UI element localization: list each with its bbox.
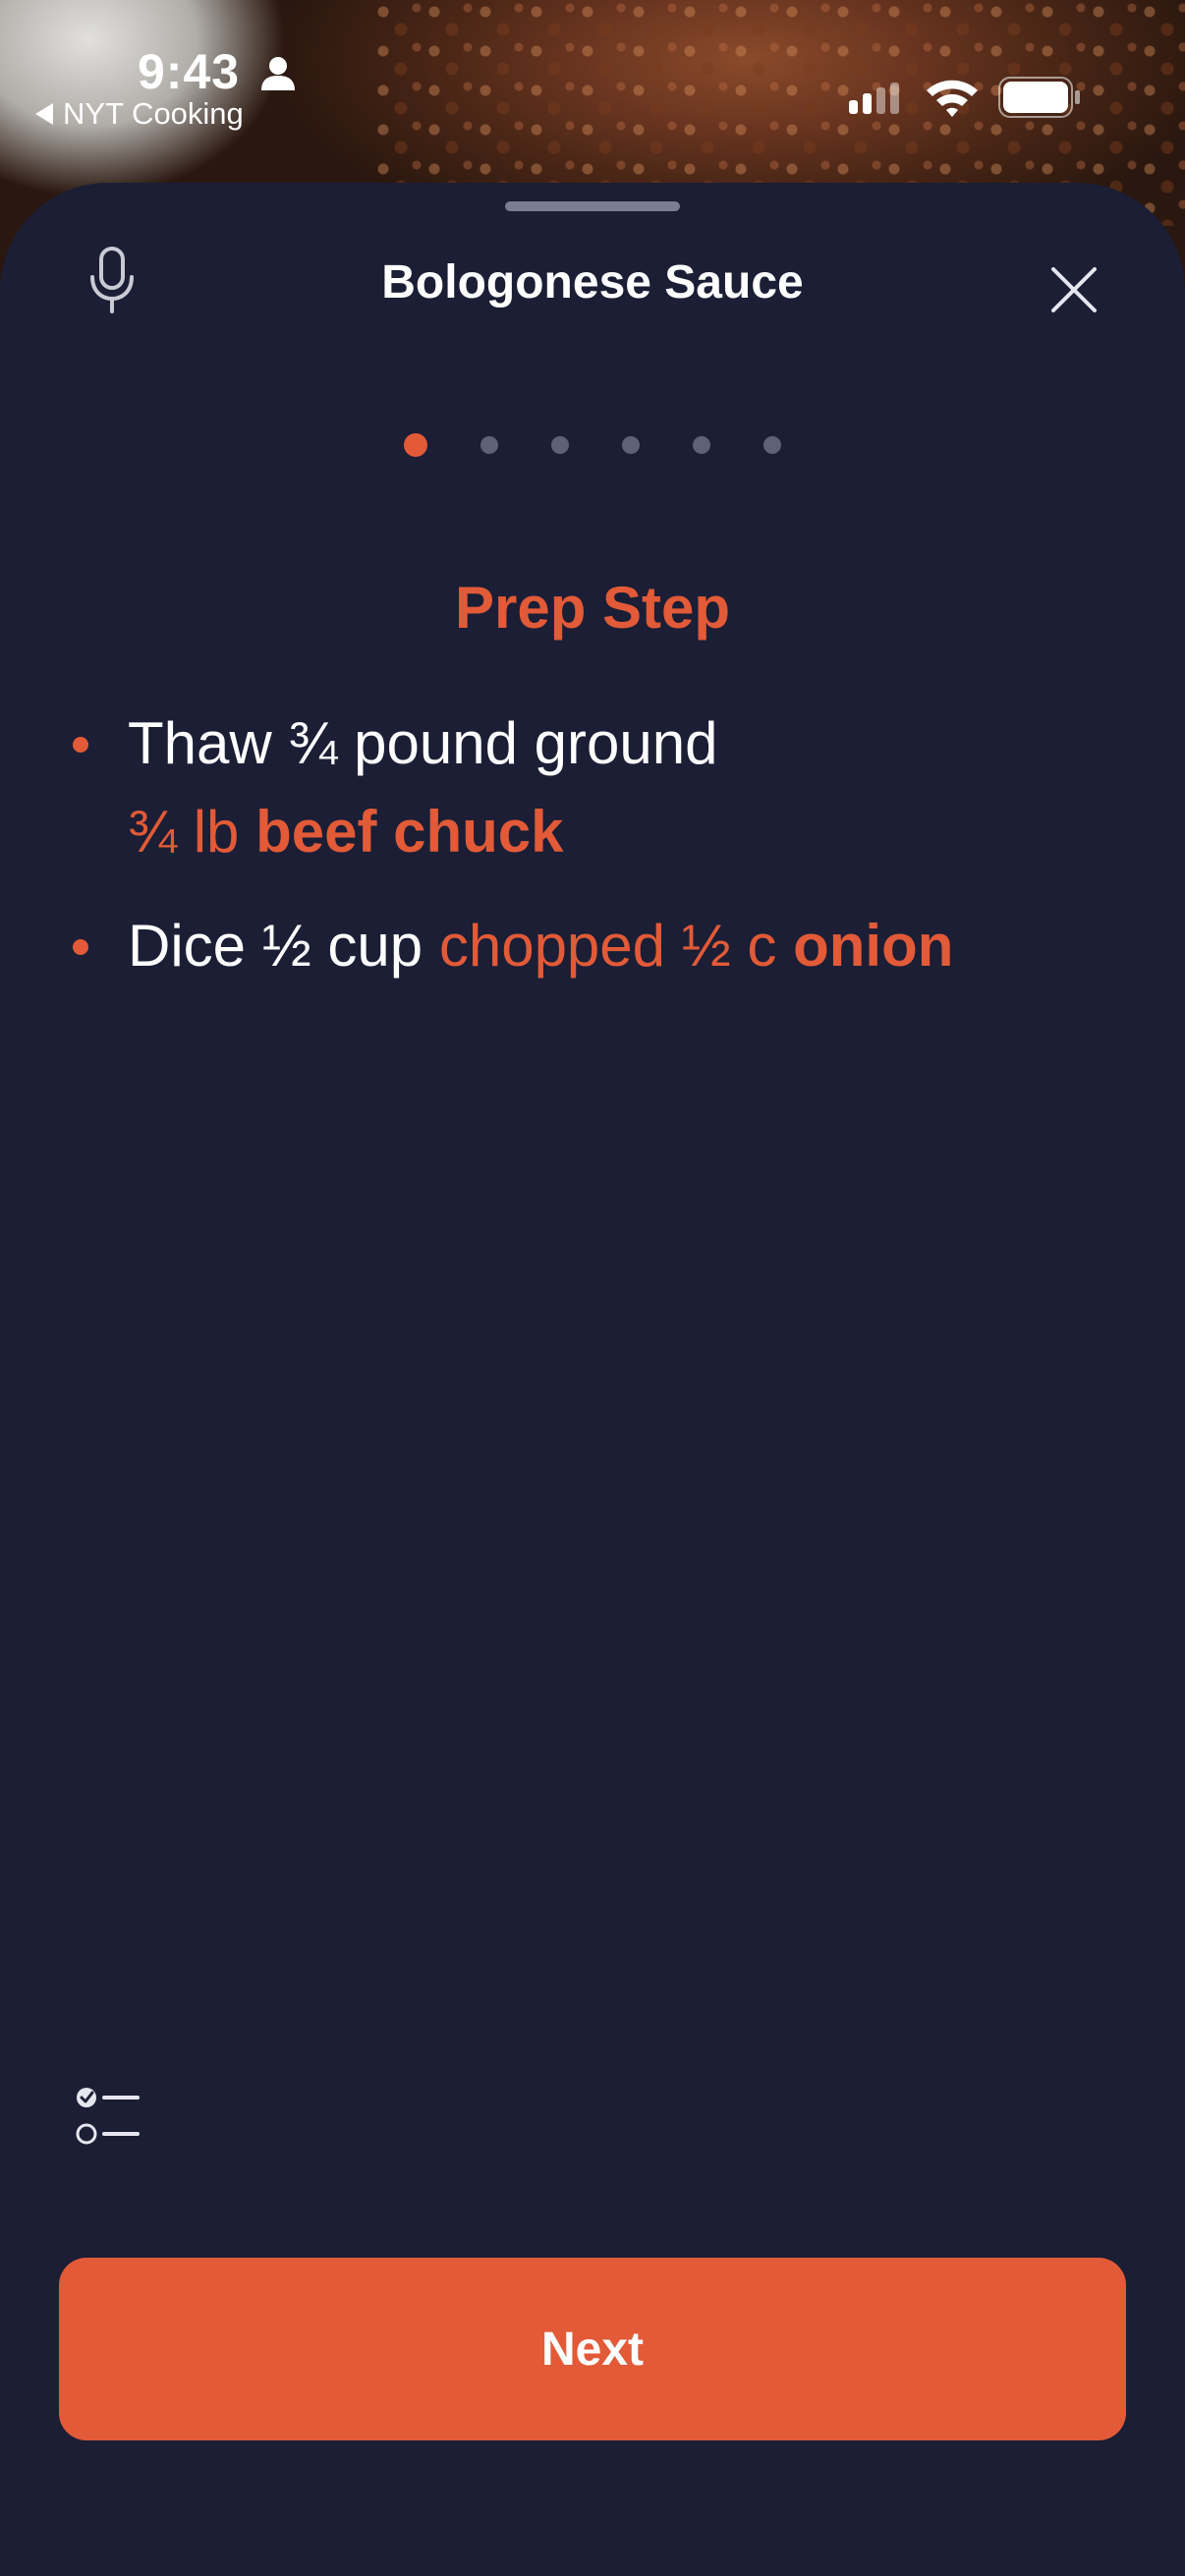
list-item: Dice ½ cup chopped ½ c onion bbox=[67, 902, 1128, 990]
bullet-icon bbox=[73, 939, 88, 955]
instruction-text: Dice ½ cup bbox=[128, 913, 423, 979]
status-time: 9:43 bbox=[138, 44, 241, 99]
page-dot[interactable] bbox=[763, 436, 781, 454]
next-button[interactable]: Next bbox=[59, 2258, 1126, 2440]
cooking-mode-sheet: Bologonese Sauce Prep Step Thaw ¾ pound … bbox=[0, 183, 1185, 2576]
page-dot[interactable] bbox=[622, 436, 640, 454]
battery-icon bbox=[998, 77, 1080, 118]
signal-icon bbox=[849, 83, 899, 114]
step-title: Prep Step bbox=[454, 575, 731, 641]
ingredient-amount: ¾ lb bbox=[128, 799, 240, 865]
ingredient-name[interactable]: beef chuck bbox=[255, 799, 563, 865]
page-dot[interactable] bbox=[693, 436, 710, 454]
page-dot[interactable] bbox=[480, 436, 498, 454]
back-to-app-link[interactable]: NYT Cooking bbox=[35, 96, 244, 132]
list-item: Thaw ¾ pound ground ¾ lb beef chuck bbox=[67, 700, 1128, 876]
checklist-icon bbox=[76, 2088, 140, 2145]
recipe-title: Bologonese Sauce bbox=[381, 256, 804, 308]
ingredients-checklist-button[interactable] bbox=[75, 2081, 149, 2152]
back-triangle-icon bbox=[35, 103, 53, 125]
back-app-label: NYT Cooking bbox=[63, 96, 244, 131]
ingredient-name[interactable]: onion bbox=[793, 913, 953, 979]
step-instructions-list: Thaw ¾ pound ground ¾ lb beef chuck Dice… bbox=[67, 700, 1128, 1016]
page-dot-active[interactable] bbox=[404, 433, 427, 457]
bullet-icon bbox=[73, 737, 88, 753]
close-icon bbox=[1051, 267, 1097, 312]
page-dot[interactable] bbox=[551, 436, 569, 454]
wifi-icon bbox=[927, 80, 978, 117]
close-button[interactable] bbox=[1042, 257, 1106, 322]
instruction-text: Thaw ¾ pound ground bbox=[128, 710, 718, 776]
status-bar: 9:43 NYT Cooking bbox=[0, 0, 1185, 177]
ingredient-amount: chopped ½ c bbox=[438, 913, 777, 979]
sheet-grabber-handle[interactable] bbox=[505, 201, 680, 211]
person-icon bbox=[261, 57, 295, 90]
step-pagination bbox=[0, 433, 1185, 457]
